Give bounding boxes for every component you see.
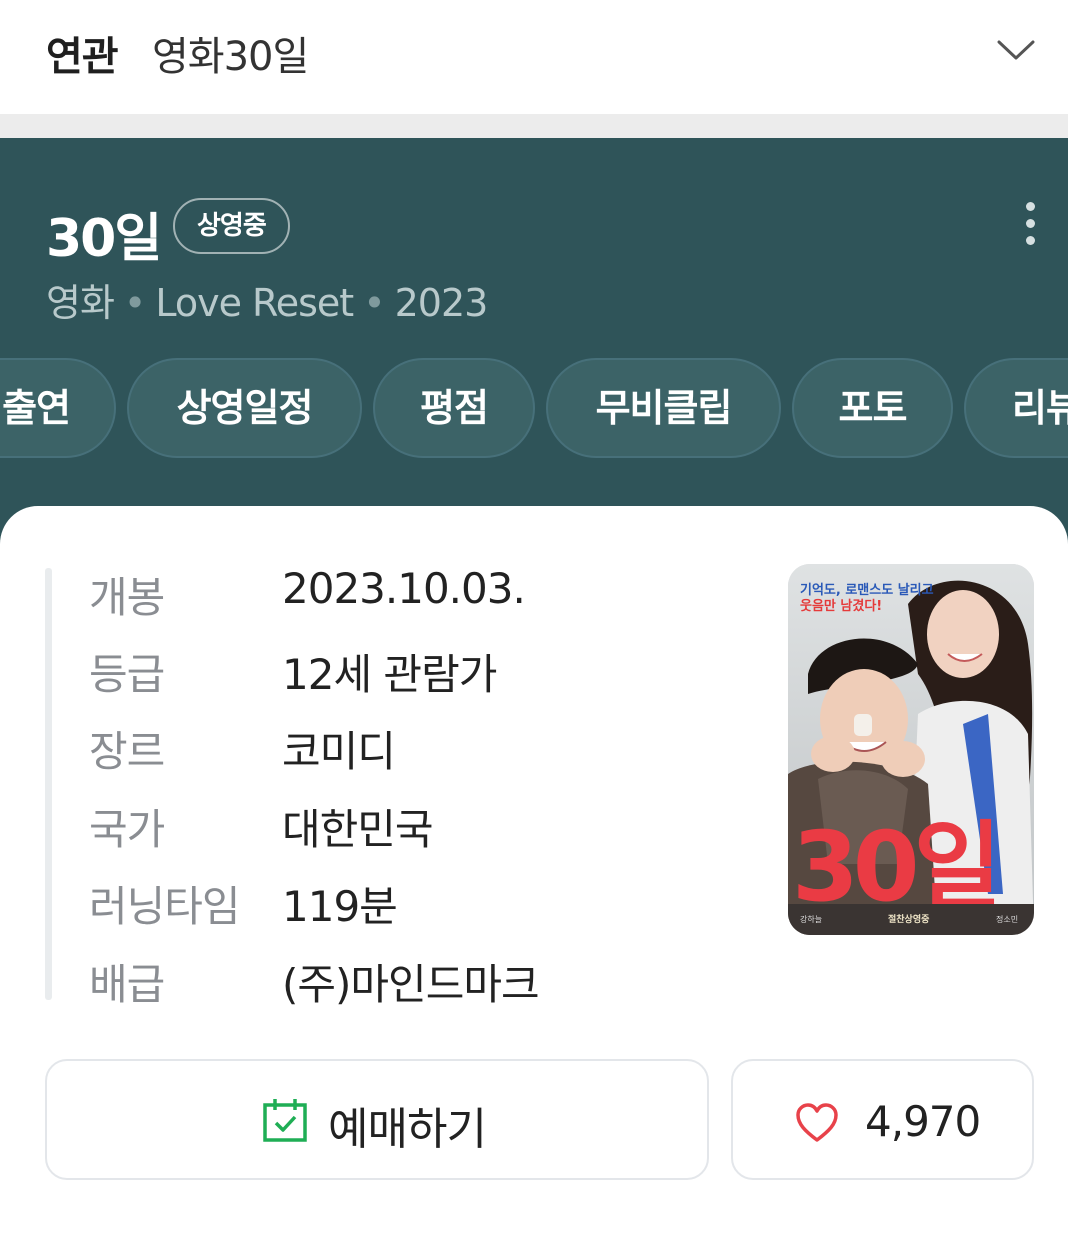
book-label: 예매하기 — [328, 1104, 487, 1155]
movie-meta: 영화 • Love Reset • 2023 — [46, 272, 489, 327]
tab-review[interactable]: 리뷰 — [964, 358, 1068, 458]
poster-credit-right: 정소민 — [996, 914, 1018, 924]
related-term[interactable]: 영화30일 — [152, 24, 309, 82]
meta-separator: • — [363, 281, 385, 325]
poster-image: 기억도, 로맨스도 날리고 웃음만 남겼다! 30일 강하늘 절찬상영중 정소민 — [788, 564, 1034, 935]
info-value: 119분 — [282, 882, 398, 931]
info-key: 배급 — [89, 960, 165, 1009]
info-value: 12세 관람가 — [282, 650, 497, 699]
like-count: 4,970 — [865, 1097, 981, 1146]
related-label: 연관 — [46, 34, 119, 80]
heart-icon — [796, 1103, 838, 1142]
tab-bar: 출연 상영일정 평점 무비클립 포토 리뷰 — [0, 358, 1068, 460]
info-accent-bar — [45, 568, 52, 1000]
like-button[interactable]: 4,970 — [731, 1059, 1034, 1180]
info-value[interactable]: (주)마인드마크 — [282, 951, 540, 1012]
tab-photo[interactable]: 포토 — [792, 358, 953, 458]
movie-info-card: 개봉 2023.10.03. 등급 12세 관람가 장르 코미디 국가 대한민국… — [0, 506, 1068, 1233]
info-key: 러닝타임 — [89, 882, 241, 931]
info-value: 2023.10.03. — [282, 564, 526, 613]
info-key: 등급 — [89, 650, 165, 699]
movie-header: 30일 상영중 영화 • Love Reset • 2023 출연 상영일정 평점 무비… — [0, 138, 1068, 558]
meta-year: 2023 — [394, 281, 489, 325]
chevron-down-icon[interactable] — [996, 34, 1036, 64]
info-key: 개봉 — [89, 573, 165, 622]
poster-tagline-2: 웃음만 남겼다! — [800, 598, 882, 614]
poster-credit-left: 강하늘 — [800, 914, 822, 924]
more-vertical-icon[interactable] — [1022, 202, 1038, 246]
tab-rating[interactable]: 평점 — [373, 358, 535, 458]
meta-separator: • — [123, 281, 146, 325]
tab-cast[interactable]: 출연 — [0, 358, 116, 458]
book-button[interactable]: 예매하기 — [45, 1059, 709, 1180]
poster-tagline-1: 기억도, 로맨스도 날리고 — [800, 582, 934, 598]
info-key: 장르 — [89, 727, 165, 776]
info-value[interactable]: 코미디 — [282, 718, 396, 779]
related-search-bar[interactable]: 연관 영화30일 — [0, 0, 1068, 114]
tab-movie-clip[interactable]: 무비클립 — [546, 358, 781, 458]
now-showing-badge: 상영중 — [173, 198, 290, 254]
info-key: 국가 — [89, 805, 165, 854]
tab-schedule[interactable]: 상영일정 — [127, 358, 362, 458]
movie-title[interactable]: 30일 — [46, 196, 162, 271]
info-value[interactable]: 대한민국 — [282, 796, 434, 857]
poster-credit-center: 절찬상영중 — [888, 913, 929, 925]
movie-poster[interactable]: 기억도, 로맨스도 날리고 웃음만 남겼다! 30일 강하늘 절찬상영중 정소민 — [788, 564, 1034, 935]
section-divider — [0, 114, 1068, 138]
calendar-check-icon — [263, 1099, 307, 1142]
meta-english-title: Love Reset — [155, 281, 354, 325]
meta-category: 영화 — [46, 281, 115, 325]
